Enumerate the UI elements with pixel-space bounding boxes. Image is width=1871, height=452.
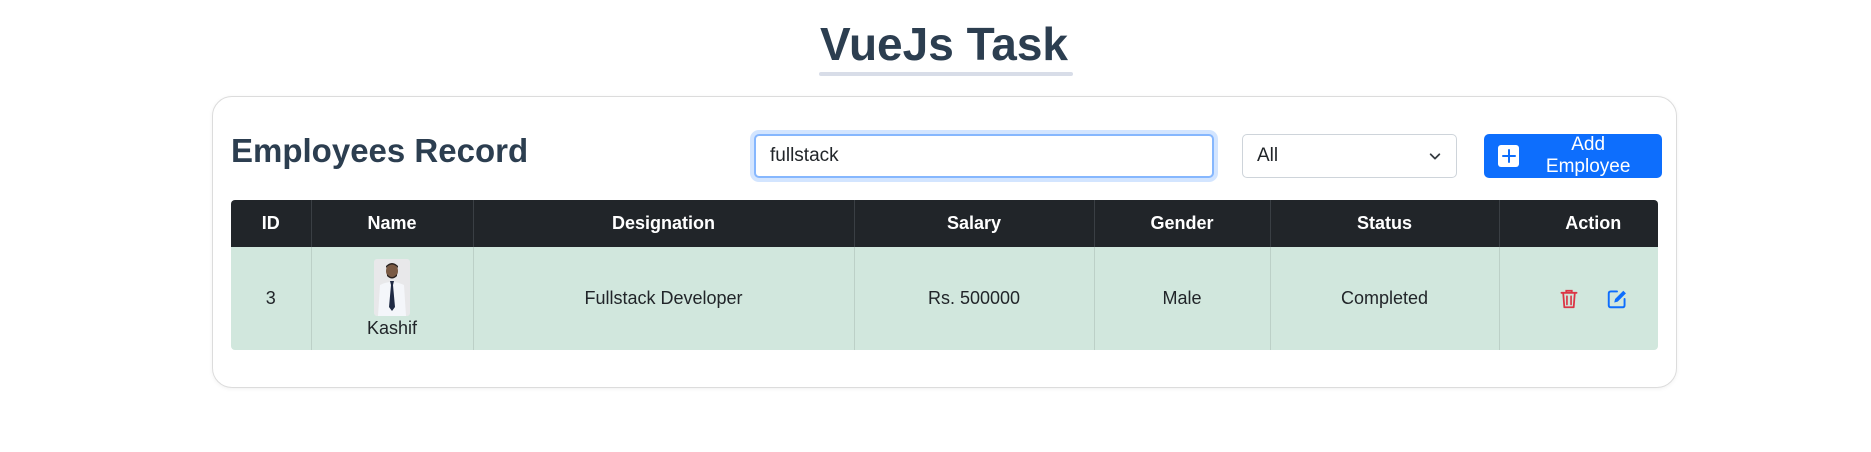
column-header-gender[interactable]: Gender	[1094, 200, 1271, 247]
add-employee-button[interactable]: Add Employee	[1484, 134, 1662, 178]
column-header-action: Action	[1499, 200, 1658, 247]
cell-name: Kashif	[311, 247, 474, 350]
section-title: Employees Record	[231, 132, 529, 169]
employee-name: Kashif	[366, 317, 418, 338]
add-employee-label: Add Employee	[1545, 134, 1631, 177]
column-header-designation[interactable]: Designation	[473, 200, 855, 247]
status-filter-select[interactable]: All	[1242, 134, 1457, 178]
trash-icon[interactable]	[1558, 288, 1580, 310]
employees-card: Employees Record All Add Employee ID Nam…	[212, 96, 1677, 388]
column-header-id[interactable]: ID	[231, 200, 312, 247]
avatar	[374, 258, 410, 316]
column-header-salary[interactable]: Salary	[854, 200, 1095, 247]
edit-icon[interactable]	[1606, 288, 1628, 310]
cell-action	[1499, 247, 1658, 350]
title-underline	[819, 72, 1073, 76]
cell-gender: Male	[1094, 247, 1271, 350]
cell-salary: Rs. 500000	[854, 247, 1095, 350]
column-header-status[interactable]: Status	[1270, 200, 1500, 247]
column-header-name[interactable]: Name	[311, 200, 474, 247]
employees-table: ID Name Designation Salary Gender Status…	[231, 200, 1658, 350]
cell-designation: Fullstack Developer	[473, 247, 855, 350]
table-header-row: ID Name Designation Salary Gender Status…	[231, 200, 1658, 247]
status-filter-value: All	[1257, 145, 1279, 166]
cell-status: Completed	[1270, 247, 1500, 350]
plus-icon	[1498, 145, 1520, 167]
search-input[interactable]	[754, 134, 1214, 178]
table-row: 3 Kashif Fullstack Developer Rs. 500000 …	[231, 247, 1658, 350]
cell-id: 3	[231, 247, 312, 350]
chevron-down-icon	[1429, 153, 1441, 160]
page-title: VueJs Task	[819, 18, 1069, 70]
